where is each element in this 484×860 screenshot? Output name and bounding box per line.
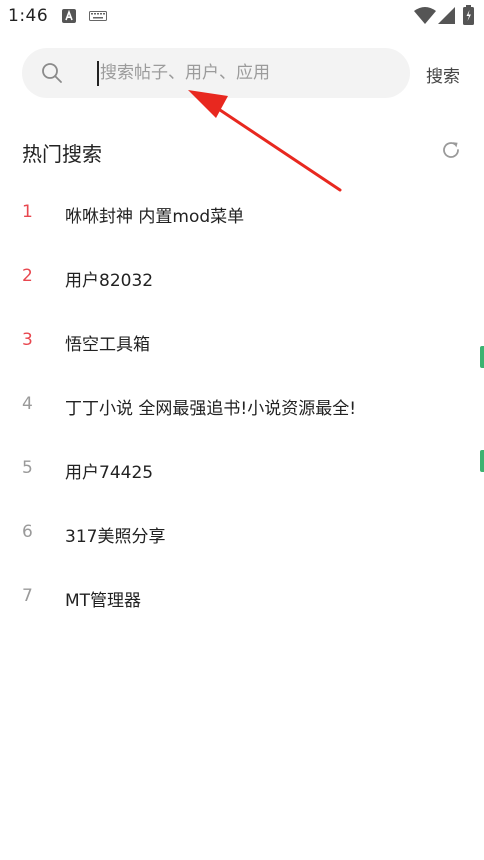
list-item[interactable]: 1 咻咻封神 内置mod菜单 — [0, 182, 484, 246]
item-text: 丁丁小说 全网最强追书!小说资源最全! — [65, 399, 357, 419]
keyboard-icon — [89, 11, 107, 21]
item-text: 用户74425 — [65, 463, 154, 483]
status-bar: 1:46 — [0, 0, 484, 34]
edge-indicator — [480, 450, 484, 472]
refresh-icon[interactable] — [440, 139, 462, 161]
item-text: 咻咻封神 内置mod菜单 — [65, 207, 245, 227]
rank-number: 2 — [22, 266, 33, 286]
status-time: 1:46 — [8, 6, 49, 26]
item-text: MT管理器 — [65, 591, 142, 611]
search-icon — [42, 63, 62, 83]
list-item[interactable]: 4 丁丁小说 全网最强追书!小说资源最全! — [0, 374, 484, 438]
rank-number: 1 — [22, 202, 33, 222]
list-item[interactable]: 6 317美照分享 — [0, 502, 484, 566]
rank-number: 4 — [22, 394, 33, 414]
item-text: 用户82032 — [65, 271, 154, 291]
list-item[interactable]: 7 MT管理器 — [0, 566, 484, 630]
list-item[interactable]: 3 悟空工具箱 — [0, 310, 484, 374]
battery-icon — [463, 5, 474, 25]
item-text: 悟空工具箱 — [65, 335, 150, 355]
text-cursor — [97, 61, 99, 86]
item-text: 317美照分享 — [65, 527, 166, 547]
a-badge-icon — [62, 9, 76, 23]
edge-indicator — [480, 346, 484, 368]
list-item[interactable]: 5 用户74425 — [0, 438, 484, 502]
wifi-icon — [414, 7, 436, 24]
rank-number: 5 — [22, 458, 33, 478]
search-button[interactable]: 搜索 — [426, 62, 460, 87]
rank-number: 7 — [22, 586, 33, 606]
hot-search-title: 热门搜索 — [22, 142, 102, 166]
rank-number: 6 — [22, 522, 33, 542]
hot-search-list: 1 咻咻封神 内置mod菜单 2 用户82032 3 悟空工具箱 4 丁丁小说 … — [0, 182, 484, 630]
hot-search-header: 热门搜索 — [0, 134, 484, 168]
signal-icon — [438, 7, 455, 24]
list-item[interactable]: 2 用户82032 — [0, 246, 484, 310]
rank-number: 3 — [22, 330, 33, 350]
